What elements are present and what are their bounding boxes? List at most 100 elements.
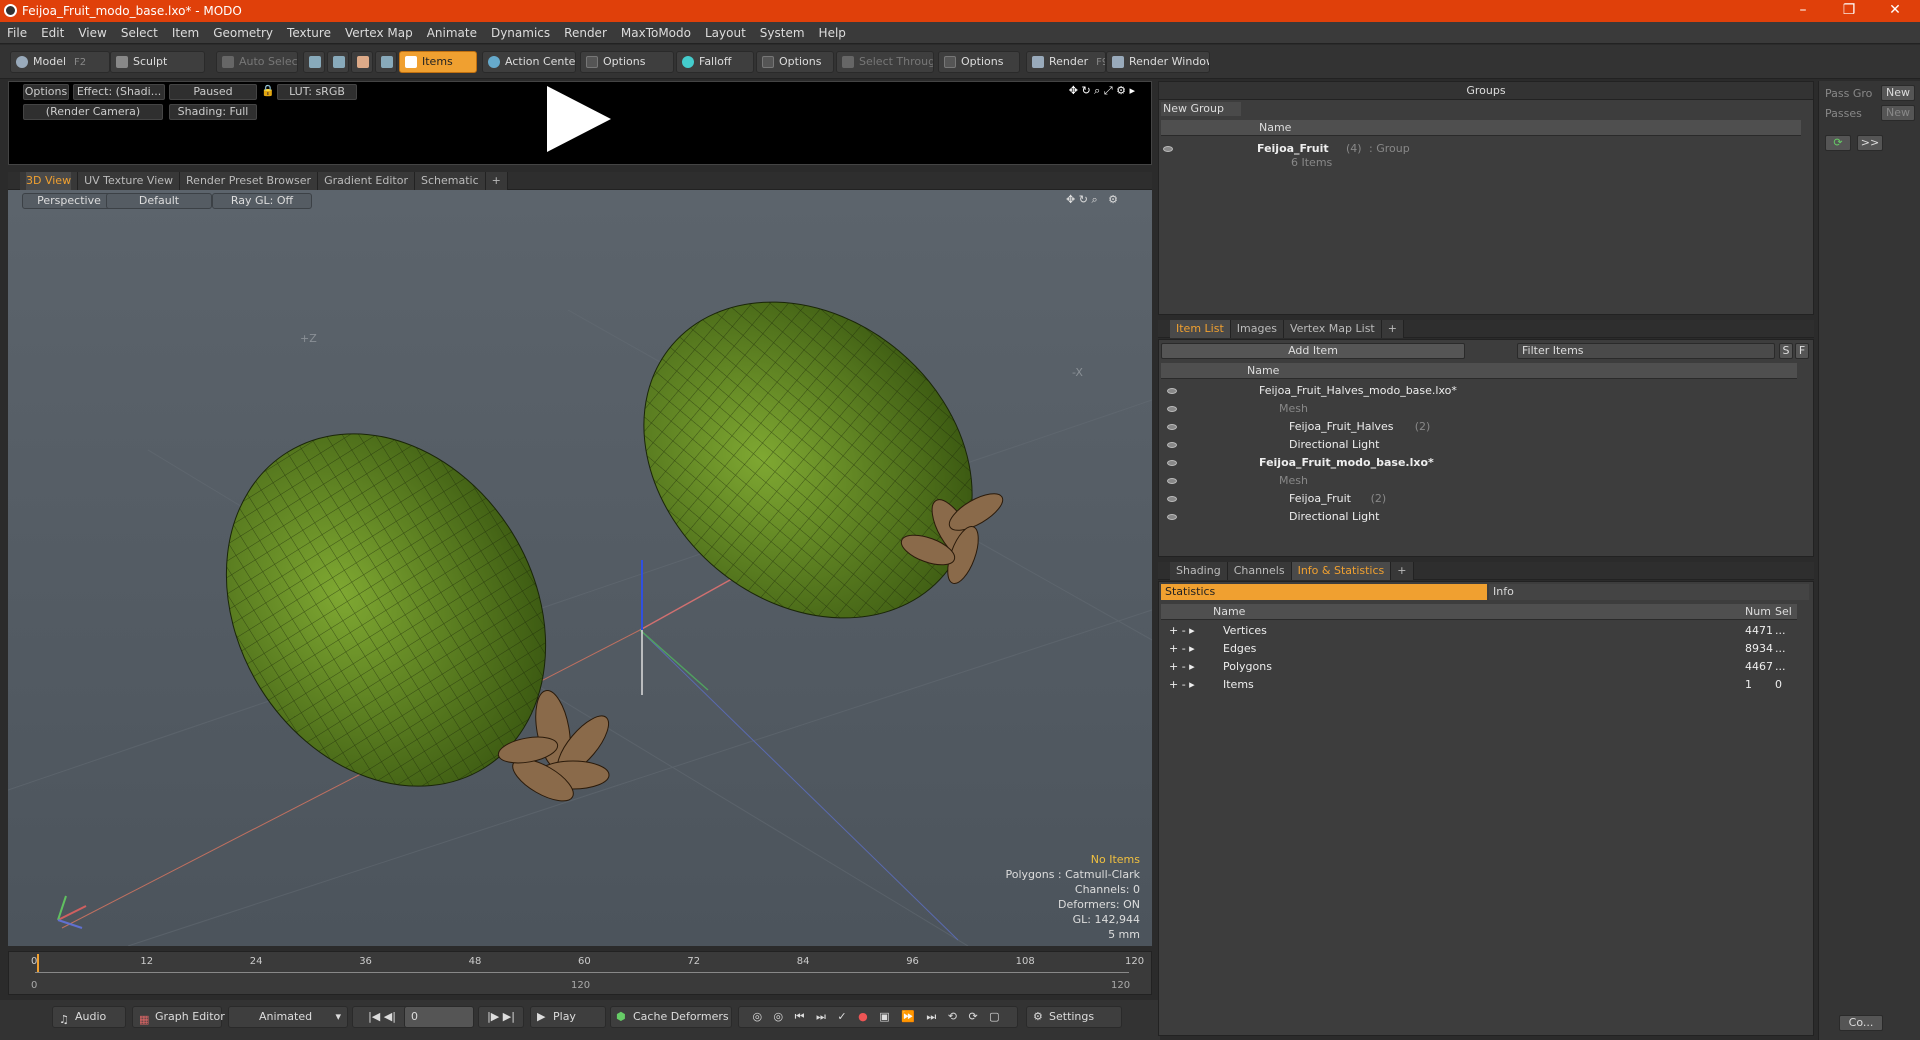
play-icon[interactable] [547, 86, 611, 152]
s-button[interactable]: S [1779, 343, 1793, 359]
stat-row[interactable]: Items 1 0 + - ▸ [1161, 676, 1797, 694]
falloff-button[interactable]: Falloff [676, 51, 754, 73]
tab-render-preset-browser[interactable]: Render Preset Browser [180, 172, 319, 190]
tab-info-statistics[interactable]: Info & Statistics [1291, 562, 1392, 580]
eye-icon[interactable] [1167, 442, 1177, 448]
eye-icon[interactable] [1167, 460, 1177, 466]
eye-icon[interactable] [1167, 514, 1177, 520]
menu-texture[interactable]: Texture [280, 22, 338, 44]
more-button[interactable]: >> [1857, 135, 1883, 151]
add-tab-button[interactable]: + [485, 172, 508, 190]
tab-shading[interactable]: Shading [1170, 562, 1228, 580]
menu-maxtomodo[interactable]: MaxToModo [614, 22, 698, 44]
add-tab-button[interactable]: + [1391, 562, 1414, 580]
model-mode-button[interactable]: Model F2 [10, 51, 110, 73]
next-key-buttons[interactable]: |▶ ▶| [478, 1006, 524, 1028]
item-list-row[interactable]: Mesh [1161, 472, 1797, 490]
select-through-button[interactable]: Select Through [836, 51, 934, 73]
minimize-button[interactable]: – [1780, 0, 1826, 22]
stat-row[interactable]: Polygons 4467... + - ▸ [1161, 658, 1797, 676]
expand-controls-icon[interactable]: + - ▸ [1169, 676, 1195, 694]
eye-icon[interactable] [1167, 478, 1177, 484]
3d-viewport[interactable]: Perspective Default Ray GL: Off ✥ ↻ ⌕ ⚙ … [8, 190, 1152, 946]
info-tab[interactable]: Info [1489, 584, 1809, 600]
tab-3d-view[interactable]: 3D View [20, 172, 79, 190]
polygons-mode-button[interactable] [351, 51, 373, 73]
stat-row[interactable]: Edges 8934... + - ▸ [1161, 640, 1797, 658]
menu-edit[interactable]: Edit [34, 22, 71, 44]
timeline[interactable]: 0 12 24 36 48 60 72 84 96 108 120 0 120 120 [8, 951, 1152, 995]
select-through-options-button[interactable]: Options [938, 51, 1020, 73]
tab-gradient-editor[interactable]: Gradient Editor [318, 172, 415, 190]
falloff-options-button[interactable]: Options [756, 51, 834, 73]
expand-controls-icon[interactable]: + - ▸ [1169, 640, 1195, 658]
new-pass-group-button[interactable]: New [1881, 85, 1915, 101]
items-mode-button[interactable]: Items [399, 51, 477, 73]
eye-icon[interactable] [1167, 388, 1177, 394]
graph-editor-button[interactable]: ▦ Graph Editor [132, 1006, 225, 1028]
tab-uv-texture-view[interactable]: UV Texture View [78, 172, 181, 190]
expand-controls-icon[interactable]: + - ▸ [1169, 622, 1195, 640]
auto-select-button[interactable]: Auto Select [216, 51, 298, 73]
menu-geometry[interactable]: Geometry [206, 22, 280, 44]
eye-icon[interactable] [1167, 424, 1177, 430]
co-button[interactable]: Co... [1839, 1015, 1883, 1031]
close-button[interactable]: ✕ [1872, 0, 1918, 22]
lock-icon[interactable]: 🔒 [261, 84, 273, 100]
lut-dropdown[interactable]: LUT: sRGB [277, 84, 357, 100]
effect-dropdown[interactable]: Effect: (Shadi... [73, 84, 165, 100]
eye-icon[interactable] [1167, 406, 1177, 412]
item-list-row[interactable]: Directional Light [1161, 508, 1797, 526]
menu-select[interactable]: Select [114, 22, 165, 44]
render-window-button[interactable]: Render Window [1106, 51, 1210, 73]
tab-schematic[interactable]: Schematic [415, 172, 486, 190]
materials-mode-button[interactable] [375, 51, 397, 73]
tab-images[interactable]: Images [1230, 320, 1284, 338]
vertices-mode-button[interactable] [303, 51, 325, 73]
menu-animate[interactable]: Animate [420, 22, 484, 44]
action-center-options-button[interactable]: Options [580, 51, 674, 73]
tab-vertex-map-list[interactable]: Vertex Map List [1283, 320, 1382, 338]
cache-deformers-button[interactable]: ⬢ Cache Deformers [610, 1006, 732, 1028]
play-button[interactable]: ▶ Play [530, 1006, 606, 1028]
filter-items-input[interactable]: Filter Items [1517, 343, 1775, 359]
item-list-row[interactable]: Feijoa_Fruit_modo_base.lxo* [1161, 454, 1797, 472]
refresh-icon[interactable]: ⟳ [1825, 135, 1851, 151]
menu-file[interactable]: File [0, 22, 34, 44]
add-item-dropdown[interactable]: Add Item [1161, 343, 1465, 359]
menu-item[interactable]: Item [165, 22, 206, 44]
edges-mode-button[interactable] [327, 51, 349, 73]
transport-tools[interactable]: ◎ ◎ ⏮ ⏭ ✓ ● ▣ ⏩ ⏭ ⟲ ⟳ ▢ [738, 1006, 1018, 1028]
sculpt-mode-button[interactable]: Sculpt [110, 51, 205, 73]
add-tab-button[interactable]: + [1381, 320, 1404, 338]
eye-icon[interactable] [1167, 496, 1177, 502]
f-button[interactable]: F [1795, 343, 1809, 359]
shading-dropdown[interactable]: Shading: Full [169, 104, 257, 120]
action-center-button[interactable]: Action Center [482, 51, 576, 73]
preview-options-button[interactable]: Options [23, 84, 69, 100]
menu-system[interactable]: System [753, 22, 812, 44]
new-group-button[interactable]: New Group [1161, 102, 1241, 116]
render-button[interactable]: RenderF9 [1026, 51, 1106, 73]
menu-vertex-map[interactable]: Vertex Map [338, 22, 420, 44]
item-list-row[interactable]: Directional Light [1161, 436, 1797, 454]
tab-item-list[interactable]: Item List [1170, 320, 1231, 338]
item-list-row[interactable]: Feijoa_Fruit (2) [1161, 490, 1797, 508]
menu-layout[interactable]: Layout [698, 22, 753, 44]
audio-button[interactable]: ♫ Audio [52, 1006, 126, 1028]
expand-controls-icon[interactable]: + - ▸ [1169, 658, 1195, 676]
settings-button[interactable]: ⚙ Settings [1026, 1006, 1122, 1028]
item-list-row[interactable]: Feijoa_Fruit_Halves_modo_base.lxo* [1161, 382, 1797, 400]
tab-channels[interactable]: Channels [1227, 562, 1292, 580]
paused-button[interactable]: Paused [169, 84, 257, 100]
item-list-row[interactable]: Mesh [1161, 400, 1797, 418]
eye-icon[interactable] [1163, 146, 1173, 152]
new-pass-button[interactable]: New [1881, 105, 1915, 121]
stat-row[interactable]: Vertices 4471... + - ▸ [1161, 622, 1797, 640]
menu-render[interactable]: Render [557, 22, 614, 44]
current-frame-input[interactable]: 0 [404, 1006, 474, 1028]
animated-dropdown[interactable]: Animated ▾ [228, 1006, 348, 1028]
item-list-row[interactable]: Feijoa_Fruit_Halves (2) [1161, 418, 1797, 436]
preview-nav-icons[interactable]: ✥ ↻ ⌕ ⤢ ⚙ ▸ [1035, 84, 1135, 100]
menu-help[interactable]: Help [812, 22, 853, 44]
